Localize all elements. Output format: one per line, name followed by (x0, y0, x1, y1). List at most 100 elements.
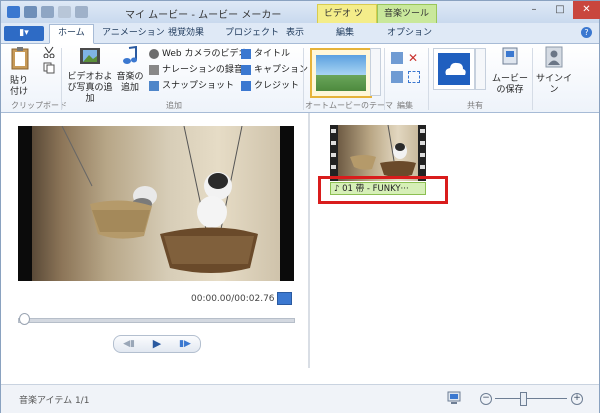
clip-frame-image (338, 124, 418, 181)
save-movie-button[interactable]: ムービーの保存 (490, 46, 530, 96)
cut-icon[interactable] (43, 46, 55, 59)
sign-in-button[interactable]: サインイン (535, 46, 573, 96)
preview-pane: 00:00.00/00:02.76 ◀▮ ▶ ▮▶ (1, 113, 309, 368)
webcam-label: Web カメラのビデオ (162, 49, 248, 59)
copy-icon[interactable] (43, 62, 55, 74)
webcam-icon (149, 49, 159, 59)
record-narration-button[interactable]: ナレーションの録音 (149, 63, 243, 77)
caption-label: キャプション (254, 65, 309, 75)
clipboard-icon (11, 47, 29, 70)
clipboard-group-label: クリップボード (11, 101, 67, 110)
video-preview[interactable] (18, 126, 294, 281)
context-tab-video-tools[interactable]: ビデオ ツール (317, 4, 377, 38)
maximize-button[interactable]: □ (547, 1, 573, 19)
tab-visual-effects[interactable]: 視覚効果 (160, 25, 212, 42)
credit-label: クレジット (254, 81, 300, 91)
previous-frame-icon[interactable]: ◀▮ (116, 336, 142, 352)
tab-view[interactable]: 表示 (278, 25, 312, 42)
add-music-button[interactable]: 音楽の追加 (115, 45, 145, 94)
tab-home[interactable]: ホーム (49, 24, 94, 44)
film-sprocket (420, 165, 425, 169)
select-all-icon[interactable] (408, 71, 420, 83)
tab-edit[interactable]: 編集 (328, 25, 362, 42)
group-divider (428, 48, 429, 110)
undo-icon[interactable] (41, 6, 54, 18)
add-group-label: 追加 (166, 101, 182, 110)
cloud-icon (438, 53, 470, 85)
title-button[interactable]: タイトル (241, 47, 290, 61)
zoom-slider-thumb[interactable] (520, 392, 527, 406)
seek-bar[interactable] (18, 318, 295, 323)
ribbon-panel: 貼り付け クリップボード ビデオおよび写真の追加 音楽の追加 Web カメラのビ… (1, 44, 599, 113)
movie-maker-window: マイ ムービー - ムービー メーカー ビデオ ツール 音楽ツール – □ ✕ … (0, 0, 600, 413)
zoom-out-button[interactable]: − (480, 393, 492, 405)
microphone-icon (149, 65, 159, 75)
title-icon (241, 49, 251, 59)
rotate-right-icon[interactable] (391, 71, 403, 83)
caption-icon (241, 65, 251, 75)
film-sprocket (420, 141, 425, 145)
film-sprocket (420, 129, 425, 133)
webcam-video-button[interactable]: Web カメラのビデオ (149, 47, 247, 61)
save-icon[interactable] (24, 6, 37, 18)
user-icon (545, 46, 563, 68)
automovie-theme-selected[interactable] (310, 48, 372, 98)
tab-project[interactable]: プロジェクト (217, 25, 287, 42)
close-button[interactable]: ✕ (573, 1, 600, 19)
title-bar: マイ ムービー - ムービー メーカー ビデオ ツール 音楽ツール – □ ✕ (1, 1, 600, 38)
add-video-photo-button[interactable]: ビデオおよび写真の追加 (67, 46, 113, 105)
add-music-label: 音楽の追加 (116, 72, 144, 93)
snapshot-label: スナップショット (162, 81, 235, 91)
window-title: マイ ムービー - ムービー メーカー (125, 10, 282, 21)
clip-cats-image (350, 124, 416, 177)
share-onedrive-button[interactable] (433, 48, 475, 90)
file-menu-button[interactable]: ▮▾ (4, 26, 44, 41)
play-icon[interactable]: ▶ (144, 336, 170, 352)
thumbnail-size-icon[interactable] (447, 391, 461, 405)
theme-gallery-scroll[interactable] (370, 48, 381, 96)
status-text: 音楽アイテム 1/1 (19, 396, 90, 406)
group-divider (303, 48, 304, 110)
film-sprocket (331, 153, 336, 157)
film-sprocket (420, 153, 425, 157)
title-label: タイトル (254, 49, 291, 59)
cats-in-baskets-image (61, 126, 258, 273)
playback-controls: ◀▮ ▶ ▮▶ (113, 335, 201, 353)
video-clip-thumbnail[interactable] (330, 124, 426, 181)
music-note-icon (123, 45, 137, 64)
app-menu-icon[interactable] (7, 6, 20, 18)
paste-button[interactable]: 貼り付け (9, 46, 31, 98)
film-photo-icon (80, 48, 100, 64)
preview-frame-image (32, 126, 280, 281)
rotate-left-icon[interactable] (391, 52, 403, 64)
tab-options[interactable]: オプション (379, 25, 440, 42)
edit-group-label: 編集 (397, 101, 413, 110)
help-icon[interactable]: ? (581, 27, 592, 38)
playback-timecode: 00:00.00/00:02.76 (191, 294, 275, 304)
snapshot-button[interactable]: スナップショット (149, 79, 234, 93)
share-group-label: 共有 (467, 101, 483, 110)
status-bar: 音楽アイテム 1/1 − + (1, 384, 599, 413)
theme-thumbnail-icon (316, 55, 366, 91)
caption-button[interactable]: キャプション (241, 63, 308, 77)
remove-icon[interactable]: ✕ (408, 52, 420, 64)
group-divider (532, 48, 533, 110)
minimize-button[interactable]: – (521, 1, 547, 19)
credit-icon (241, 81, 251, 91)
seek-thumb[interactable] (19, 313, 30, 325)
film-sprocket (331, 129, 336, 133)
quick-access-toolbar (7, 5, 92, 19)
sign-in-label: サインイン (535, 74, 572, 95)
customize-toolbar-icon[interactable] (75, 6, 88, 18)
paste-label: 貼り付け (9, 76, 28, 97)
credit-button[interactable]: クレジット (241, 79, 299, 93)
context-tab-music-tools[interactable]: 音楽ツール (377, 4, 437, 24)
zoom-in-button[interactable]: + (571, 393, 583, 405)
next-frame-icon[interactable]: ▮▶ (172, 336, 198, 352)
film-sprocket (331, 165, 336, 169)
ribbon-tabs: ▮▾ ホーム アニメーション 視覚効果 プロジェクト 表示 編集 オプション ? (1, 23, 599, 44)
redo-icon[interactable] (58, 6, 71, 18)
share-gallery-scroll[interactable] (475, 48, 486, 90)
fullscreen-icon[interactable] (277, 292, 292, 305)
zoom-slider-track[interactable] (495, 398, 567, 399)
